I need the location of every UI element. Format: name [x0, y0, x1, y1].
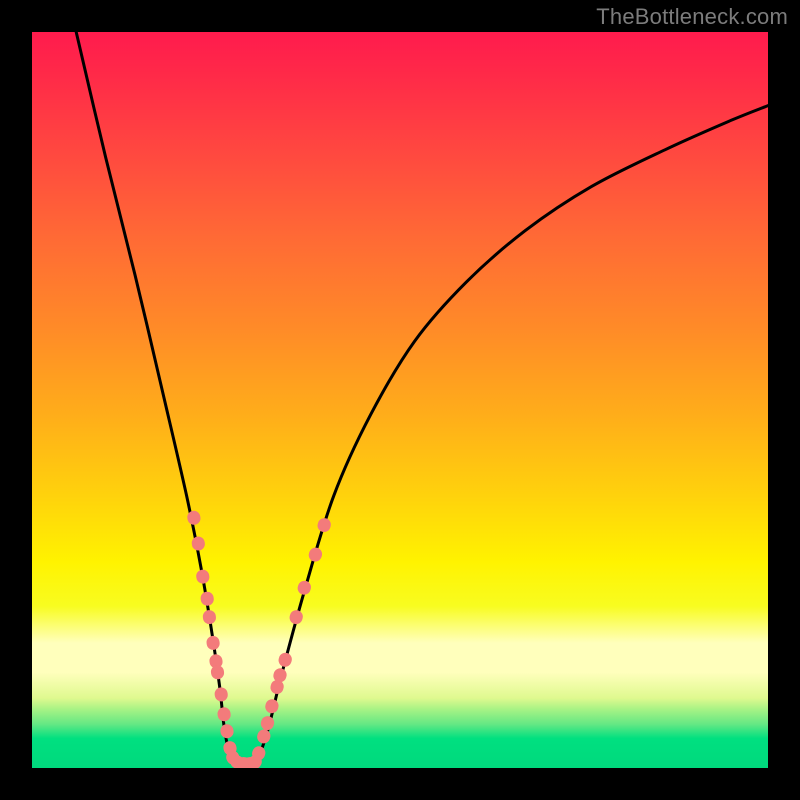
watermark-text: TheBottleneck.com: [596, 4, 788, 30]
marker-dot: [307, 546, 324, 563]
marker-dot: [296, 579, 313, 596]
chart-svg: [32, 32, 768, 768]
marker-dot: [200, 591, 215, 607]
curve-layer: [76, 32, 768, 768]
marker-dot: [259, 715, 275, 732]
marker-dot: [202, 609, 217, 625]
marker-dot: [316, 517, 332, 534]
plot-area: [32, 32, 768, 768]
marker-dot: [264, 698, 280, 715]
marker-dot: [256, 728, 272, 745]
marker-dot: [195, 569, 210, 585]
marker-dot: [219, 723, 234, 739]
marker-dot: [217, 706, 232, 722]
marker-dot: [206, 635, 221, 651]
chart-frame: TheBottleneck.com: [0, 0, 800, 800]
marker-dot: [214, 686, 229, 702]
bottleneck-curve: [76, 32, 768, 768]
marker-dot: [191, 536, 206, 552]
marker-dot: [277, 651, 293, 668]
marker-layer: [186, 510, 332, 768]
marker-dot: [288, 609, 304, 626]
